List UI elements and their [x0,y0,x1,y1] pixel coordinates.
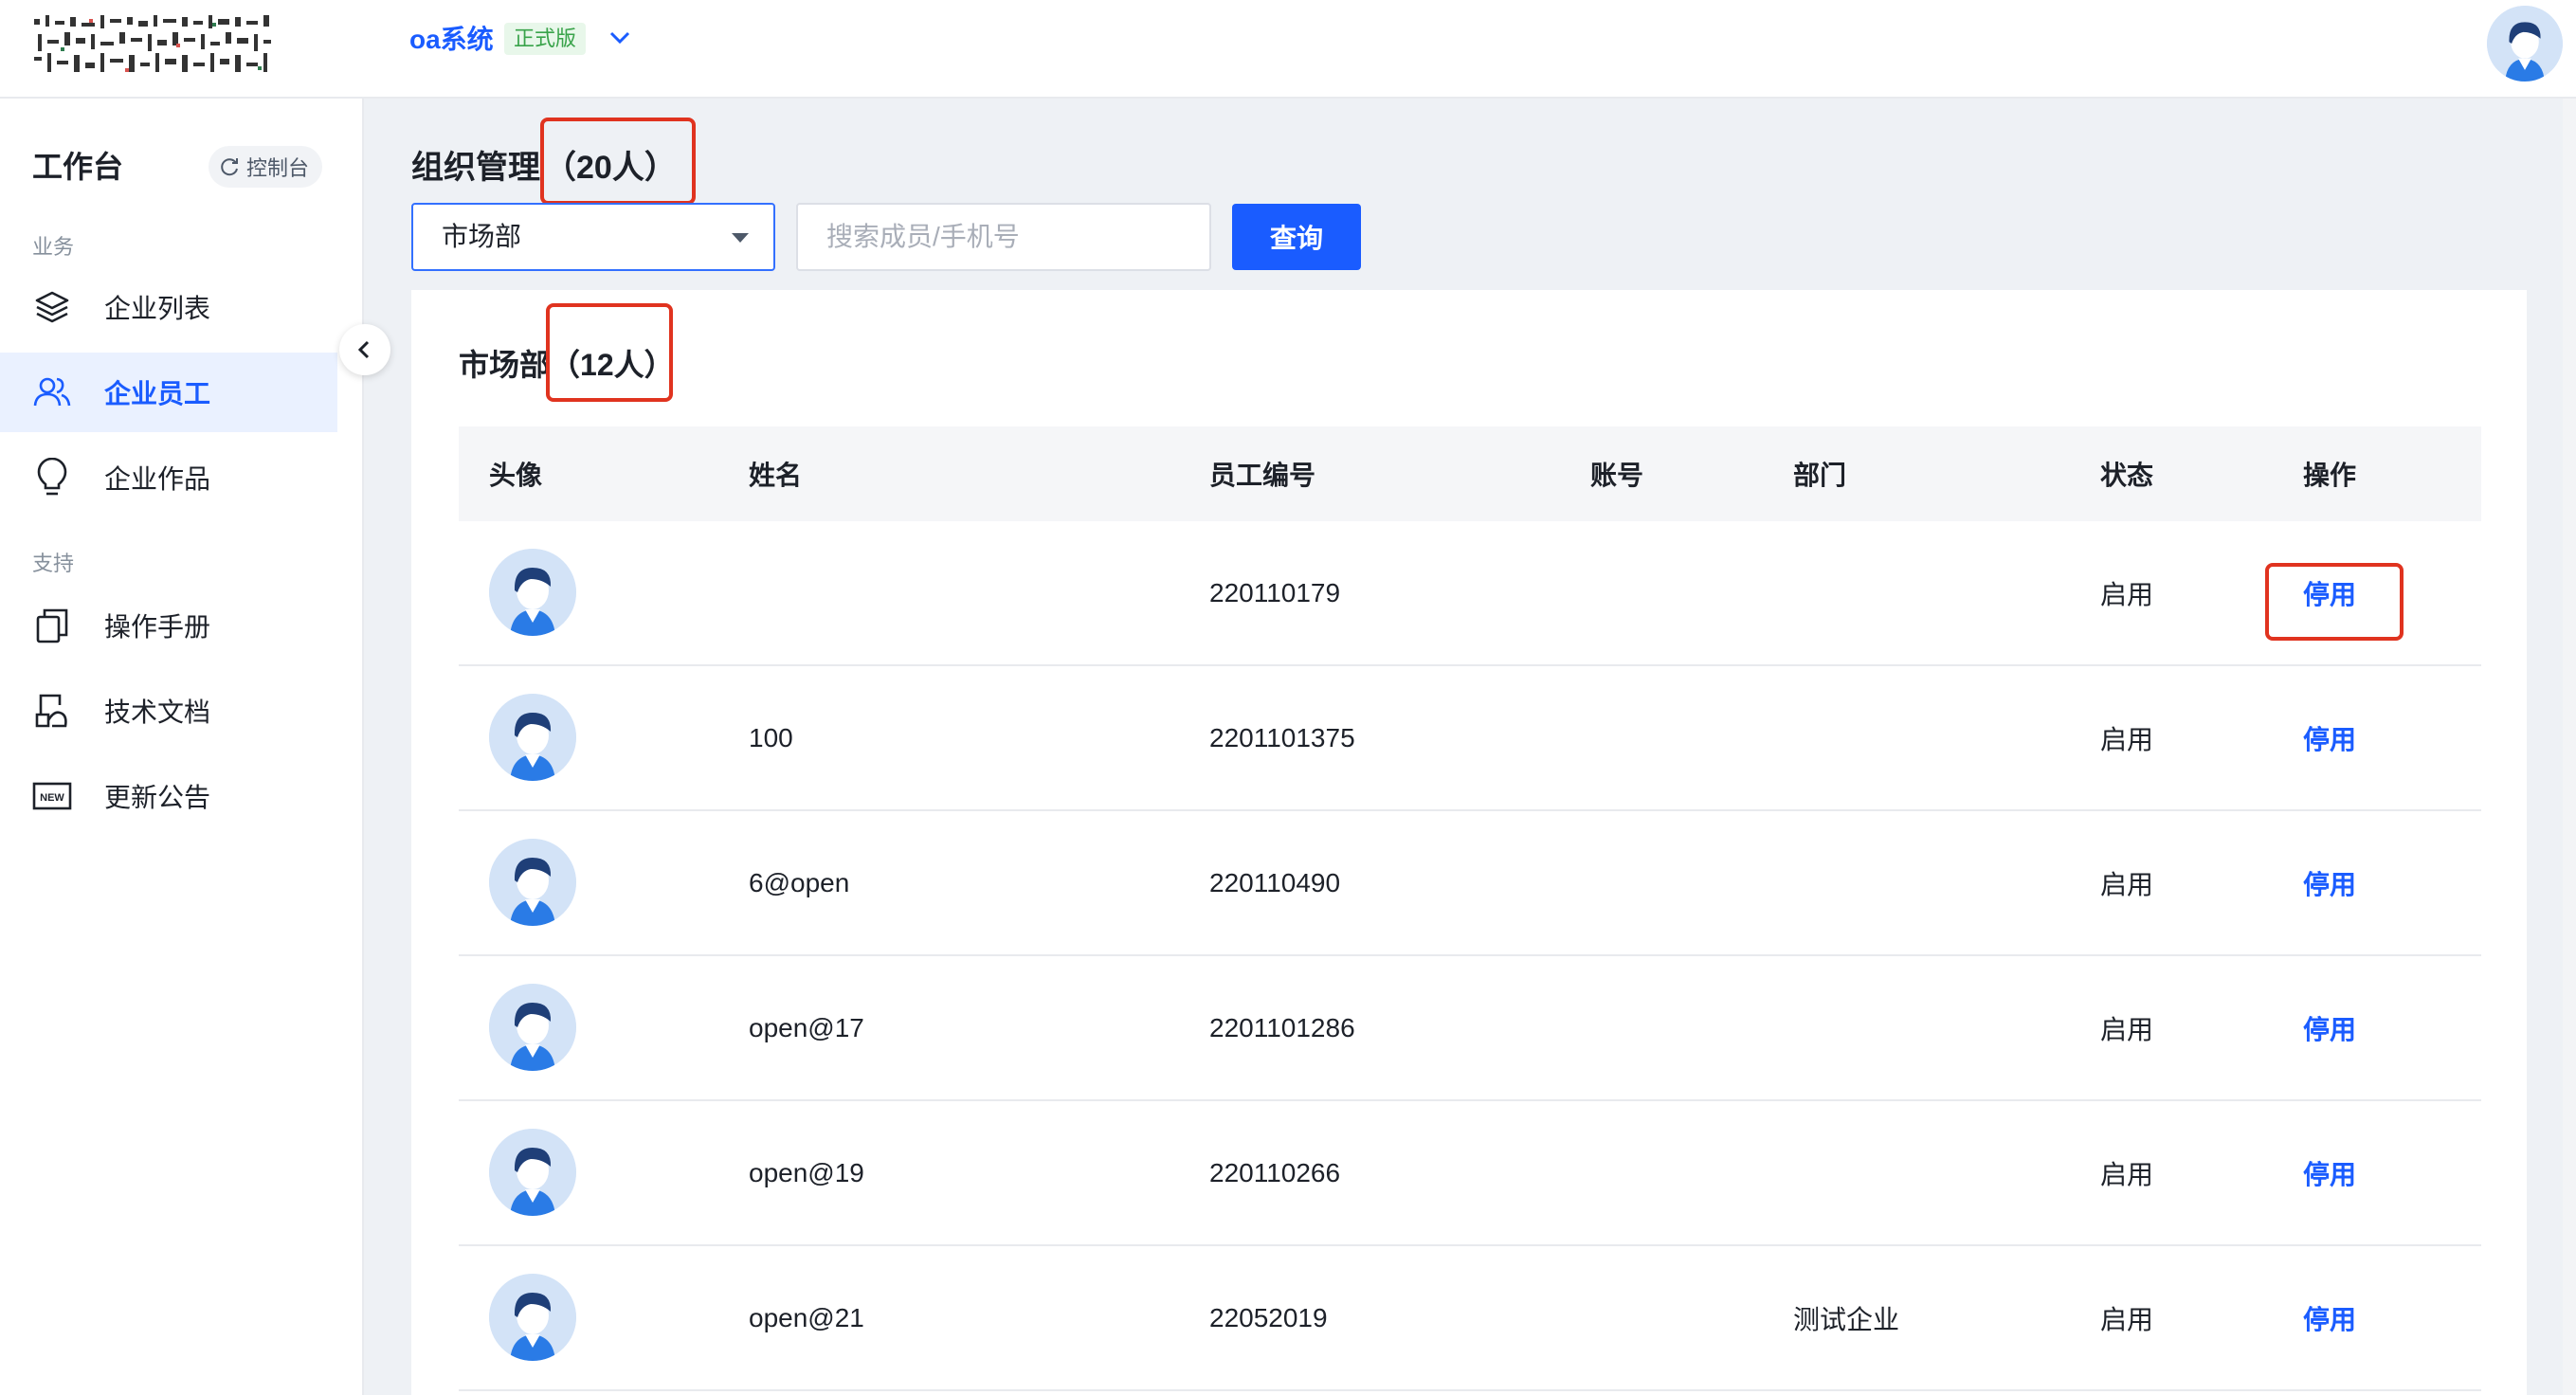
employee-name: open@19 [749,1157,864,1187]
table-row: open@21 22052019 测试企业 启用 停用 [459,1246,2481,1391]
column-header-employee-no: 员工编号 [1209,461,1316,490]
refresh-icon [221,158,238,176]
chevron-down-icon[interactable] [605,23,635,53]
employee-name: open@21 [749,1302,864,1332]
table-row: open@17 2201101286 启用 停用 [459,956,2481,1101]
chevron-left-icon [357,340,370,359]
employee-number: 2201101286 [1209,1012,1355,1042]
top-bar: oa系统 正式版 [0,0,2576,99]
table-row: 6@open 220110490 启用 停用 [459,811,2481,956]
section-label-business: 业务 [32,235,75,259]
users-icon [32,372,72,412]
sidebar-item-announcements[interactable]: NEW 更新公告 [0,756,337,836]
collapse-sidebar-button[interactable] [339,324,390,375]
employee-avatar-icon [489,694,576,781]
disable-button[interactable]: 停用 [2303,1009,2356,1047]
employee-avatar-icon [489,984,576,1071]
page-scrollbar[interactable] [2563,99,2576,1395]
layers-icon [32,287,72,327]
employee-status: 启用 [2100,579,2154,609]
sidebar-item-tech-docs[interactable]: 技术文档 [0,671,337,751]
sidebar-item-manual[interactable]: 操作手册 [0,586,337,665]
caret-down-icon [732,233,749,243]
page-title-text: 组织管理 [411,150,540,186]
column-header-action: 操作 [2303,461,2357,490]
highlight-box-disable-action [2265,563,2404,641]
sidebar-item-label: 企业作品 [104,464,211,494]
employee-name: 6@open [749,867,850,897]
table-body: 220110179 启用 停用 100 2201101375 启用 停用 6@open 2201… [459,521,2481,1391]
sidebar-item-enterprise-works[interactable]: 企业作品 [0,438,337,517]
sidebar-item-label: 企业列表 [104,294,211,323]
console-button[interactable]: 控制台 [209,146,323,188]
employee-number: 220110266 [1209,1157,1341,1187]
sidebar-item-label: 更新公告 [104,783,211,812]
table-row: 220110179 启用 停用 [459,521,2481,666]
column-header-account: 账号 [1590,461,1644,490]
employee-status: 启用 [2100,724,2154,754]
employee-name: 100 [749,722,793,752]
column-header-department: 部门 [1793,461,1847,490]
employee-status: 启用 [2100,1159,2154,1189]
employee-table: 头像 姓名 员工编号 账号 部门 状态 操作 220110179 启用 停用 100 2… [459,426,2481,1391]
sidebar-item-enterprise-employees[interactable]: 企业员工 [0,353,337,432]
employee-name: open@17 [749,1012,864,1042]
highlight-box-dept-count [546,303,673,402]
workspace-title: 工作台 [32,150,124,184]
query-button[interactable]: 查询 [1232,204,1361,270]
sidebar-item-label: 企业员工 [104,379,211,408]
employee-status: 启用 [2100,1304,2154,1334]
table-header: 头像 姓名 员工编号 账号 部门 状态 操作 [459,426,2481,521]
table-row: open@19 220110266 启用 停用 [459,1101,2481,1246]
employee-avatar-icon [489,1274,576,1361]
highlight-box-total-count [540,118,696,205]
new-badge-icon: NEW [32,776,72,816]
system-name[interactable]: oa系统 [409,21,494,59]
employee-number: 22052019 [1209,1302,1328,1332]
document-hand-icon [32,691,72,731]
sidebar-item-label: 技术文档 [104,698,211,727]
employee-panel: 市场部（12人） 头像 姓名 员工编号 账号 部门 状态 操作 22011017… [411,290,2527,1395]
panel-title-text: 市场部 [459,348,551,382]
employee-number: 2201101375 [1209,722,1355,752]
employee-avatar-icon [489,839,576,926]
column-header-status: 状态 [2100,461,2154,490]
employee-department: 测试企业 [1793,1304,1900,1334]
sidebar-item-label: 操作手册 [104,612,211,642]
department-select-value: 市场部 [442,222,522,251]
employee-status: 启用 [2100,869,2154,899]
employee-number: 220110490 [1209,867,1341,897]
employee-number: 220110179 [1209,577,1341,607]
copy-document-icon [32,606,72,645]
sidebar-item-enterprise-list[interactable]: 企业列表 [0,267,337,347]
disable-button[interactable]: 停用 [2303,1299,2356,1337]
disable-button[interactable]: 停用 [2303,719,2356,757]
column-header-name: 姓名 [749,461,803,490]
disable-button[interactable]: 停用 [2303,1154,2356,1192]
employee-status: 启用 [2100,1014,2154,1044]
employee-avatar-icon [489,549,576,636]
search-input[interactable] [796,203,1211,271]
lightbulb-icon [32,458,72,498]
company-logo [34,15,271,72]
table-row: 100 2201101375 启用 停用 [459,666,2481,811]
disable-button[interactable]: 停用 [2303,864,2356,902]
section-label-support: 支持 [32,552,75,575]
console-label: 控制台 [246,156,310,180]
user-avatar-icon[interactable] [2487,6,2563,82]
column-header-avatar: 头像 [489,461,543,490]
svg-text:NEW: NEW [40,792,64,804]
department-select[interactable]: 市场部 [411,203,775,271]
edition-badge: 正式版 [504,23,587,55]
sidebar: 工作台 控制台 业务 企业列表 企业员工 企业作品 支持 操作手册 技术文档 N… [0,99,364,1395]
employee-avatar-icon [489,1129,576,1216]
